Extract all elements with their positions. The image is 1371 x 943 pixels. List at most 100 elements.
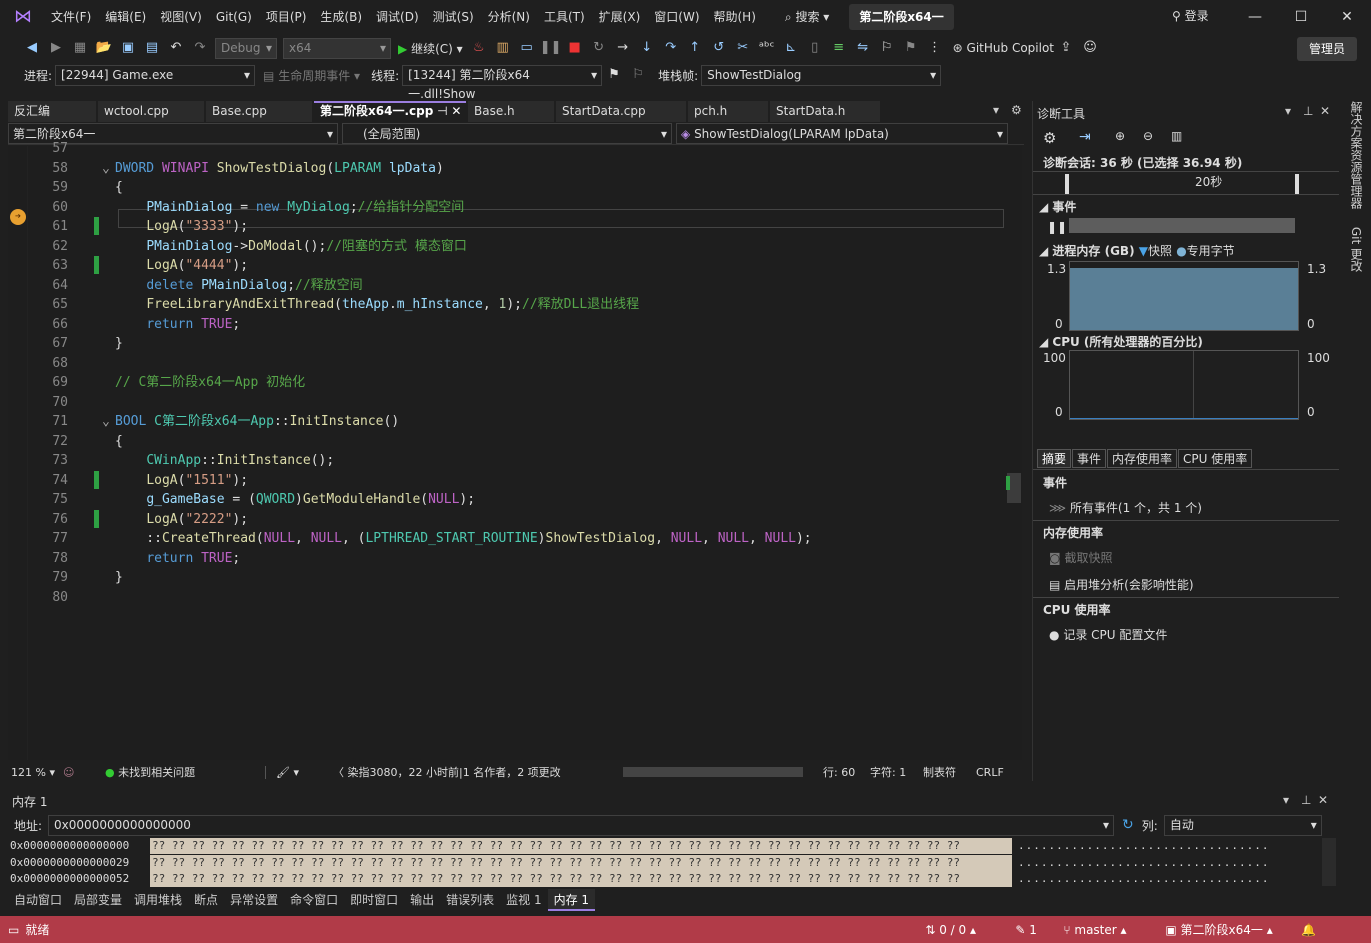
code-line[interactable]: 70	[8, 393, 1006, 413]
close-window-button[interactable]: ✕	[1324, 0, 1370, 34]
menu-item-9[interactable]: 工具(T)	[537, 0, 592, 34]
memory-chars[interactable]: .................................	[1018, 838, 1270, 854]
tool-tab-8[interactable]: 错误列表	[440, 889, 500, 911]
comment-icon[interactable]: ≡	[828, 37, 850, 59]
export-icon[interactable]: ⇥	[1079, 129, 1091, 145]
bookmark-prev-icon[interactable]: ⚑	[900, 37, 922, 59]
show-next-statement-icon[interactable]: →	[612, 37, 634, 59]
tool-tab-0[interactable]: 自动窗口	[8, 889, 68, 911]
code-line[interactable]: 77 ::CreateThread(NULL, NULL, (LPTHREAD_…	[8, 529, 1006, 549]
menu-item-10[interactable]: 扩展(X)	[592, 0, 648, 34]
platform-select[interactable]: x64 ▾	[283, 37, 391, 59]
code-line[interactable]: 79}	[8, 568, 1006, 588]
memory-scrollbar[interactable]	[1322, 838, 1336, 886]
editor-tab-4[interactable]: Base.h	[468, 101, 554, 122]
tool-tab-2[interactable]: 调用堆栈	[128, 889, 188, 911]
line-ending-indicator[interactable]: CRLF	[976, 766, 1016, 779]
break-all-icon[interactable]: ❚❚	[540, 37, 562, 59]
pause-icon[interactable]: ❚❚	[1047, 220, 1067, 234]
menu-item-12[interactable]: 帮助(H)	[707, 0, 763, 34]
timeline-ruler[interactable]: 20秒	[1033, 171, 1339, 195]
redo-icon[interactable]: ↷	[189, 37, 211, 59]
code-line[interactable]: 65 FreeLibraryAndExitThread(theApp.m_hIn…	[8, 295, 1006, 315]
save-all-icon[interactable]: ▤	[141, 37, 163, 59]
stack-frame-select[interactable]: ShowTestDialog ▾	[701, 64, 942, 86]
panel-menu-icon[interactable]: ▾	[1283, 793, 1289, 807]
thread-select[interactable]: [13244] 第二阶段x64一.dll!Show ▾	[402, 64, 603, 101]
bookmark-icon[interactable]: ⚐	[876, 37, 898, 59]
memory-hex[interactable]: ?? ?? ?? ?? ?? ?? ?? ?? ?? ?? ?? ?? ?? ?…	[150, 838, 1012, 854]
lifecycle-events-button[interactable]: ▤ 生命周期事件 ▾	[263, 67, 360, 84]
editor-tab-2[interactable]: Base.cpp	[206, 101, 312, 122]
diag-tab-0[interactable]: 摘要	[1037, 449, 1072, 468]
hot-reload-icon[interactable]: ♨	[468, 37, 490, 59]
editor-tab-1[interactable]: wctool.cpp	[98, 101, 204, 122]
uncomment-icon[interactable]: ⇋	[852, 37, 874, 59]
menu-item-5[interactable]: 生成(B)	[313, 0, 369, 34]
issues-indicator[interactable]: ● 未找到相关问题	[105, 764, 265, 780]
tool-tab-1[interactable]: 局部变量	[68, 889, 128, 911]
settings-gear-icon[interactable]: ⚙	[1043, 129, 1056, 147]
layout-icon[interactable]: ▭	[516, 37, 538, 59]
continue-button[interactable]: ▶ 继续(C) ▾	[394, 40, 467, 57]
open-folder-icon[interactable]: 📂	[93, 37, 115, 59]
share-icon[interactable]: ⇪	[1055, 37, 1077, 59]
diagnostics-icon[interactable]: ✂	[732, 37, 754, 59]
gear-icon[interactable]: ⚙	[1011, 103, 1022, 117]
editor-tab-0[interactable]: 反汇编	[8, 101, 96, 122]
git-blame-info[interactable]: 〈 染指3080，22 小时前|1 名作者，2 项更改	[333, 764, 623, 780]
copilot-status-icon[interactable]: ☺	[63, 766, 105, 779]
chart-icon[interactable]: ▥	[1171, 129, 1182, 143]
refresh-icon[interactable]: ↻	[1122, 817, 1134, 833]
minimize-button[interactable]: —	[1232, 0, 1278, 34]
close-icon[interactable]: ✕	[1318, 793, 1328, 807]
step-over-icon[interactable]: ↷	[660, 37, 682, 59]
zoom-select[interactable]: 121 % ▾	[8, 766, 63, 779]
spell-check-icon[interactable]: ᵃᵇᶜ	[756, 37, 778, 59]
notifications-icon[interactable]: 🔔	[1301, 923, 1316, 937]
visual-studio-logo-icon[interactable]: ⋈	[12, 6, 34, 28]
login-button[interactable]: ⚲ 登录	[1172, 0, 1209, 34]
memory-hex[interactable]: ?? ?? ?? ?? ?? ?? ?? ?? ?? ?? ?? ?? ?? ?…	[150, 871, 1012, 887]
code-line[interactable]: 59 {	[8, 178, 1006, 198]
code-line[interactable]: 75 g_GameBase = (QWORD)GetModuleHandle(N…	[8, 490, 1006, 510]
code-line[interactable]: 71 ⌄ BOOL C第二阶段x64一App::InitInstance()	[8, 412, 1006, 432]
cleanup-icon[interactable]: 🖌 ▾	[265, 765, 333, 779]
editor-tab-7[interactable]: StartData.h	[770, 101, 880, 122]
tool-tab-6[interactable]: 即时窗口	[344, 889, 404, 911]
code-line[interactable]: 69 // C第二阶段x64一App 初始化	[8, 373, 1006, 393]
menu-item-0[interactable]: 文件(F)	[44, 0, 98, 34]
tab-list-icon[interactable]: ▾	[993, 103, 999, 117]
code-line[interactable]: 78 return TRUE;	[8, 549, 1006, 569]
code-line[interactable]: 68	[8, 354, 1006, 374]
step-out-icon[interactable]: ↑	[684, 37, 706, 59]
close-tab-icon[interactable]: ⊣ ✕	[433, 104, 461, 118]
range-start-handle[interactable]	[1065, 174, 1069, 194]
github-copilot-button[interactable]: ⊛ GitHub Copilot	[953, 41, 1054, 55]
editor-vertical-scrollbar[interactable]	[1006, 146, 1022, 760]
menu-item-7[interactable]: 测试(S)	[426, 0, 481, 34]
branch-selector[interactable]: ⑂ master ▴	[1063, 923, 1165, 937]
zoom-out-icon[interactable]: ⊖	[1143, 129, 1153, 143]
pin-icon[interactable]: ⊥	[1301, 793, 1311, 807]
undo-icon[interactable]: ↶	[165, 37, 187, 59]
tool-tab-10[interactable]: 内存 1	[547, 889, 596, 911]
side-tab-solution-explorer[interactable]: 解决方案资源管理器	[1349, 101, 1363, 209]
feedback-icon[interactable]: ☺	[1079, 37, 1101, 59]
memory-hex[interactable]: ?? ?? ?? ?? ?? ?? ?? ?? ?? ?? ?? ?? ?? ?…	[150, 854, 1012, 871]
process-select[interactable]: [22944] Game.exe ▾	[55, 64, 256, 86]
heap-profiling-button[interactable]: ▤ 启用堆分析(会影响性能)	[1049, 576, 1194, 593]
code-line[interactable]: 57	[8, 139, 1006, 159]
tool-tab-5[interactable]: 命令窗口	[284, 889, 344, 911]
repo-selector[interactable]: ▣ 第二阶段x64一 ▴	[1165, 921, 1301, 938]
code-editor[interactable]: 57 58 ⌄ DWORD WINAPI ShowTestDialog(LPARAM …	[8, 141, 1006, 760]
diag-tab-3[interactable]: CPU 使用率	[1178, 449, 1253, 468]
code-line[interactable]: 61 LogA("3333");	[8, 217, 1006, 237]
code-line[interactable]: 80	[8, 588, 1006, 608]
memory-chars[interactable]: .................................	[1018, 855, 1270, 871]
new-project-icon[interactable]: ▦	[69, 37, 91, 59]
memory-address[interactable]: 0x0000000000000029	[10, 855, 129, 871]
menu-item-4[interactable]: 项目(P)	[259, 0, 314, 34]
columns-select[interactable]: 自动 ▾	[1163, 814, 1322, 836]
format-icon[interactable]: ⊾	[780, 37, 802, 59]
